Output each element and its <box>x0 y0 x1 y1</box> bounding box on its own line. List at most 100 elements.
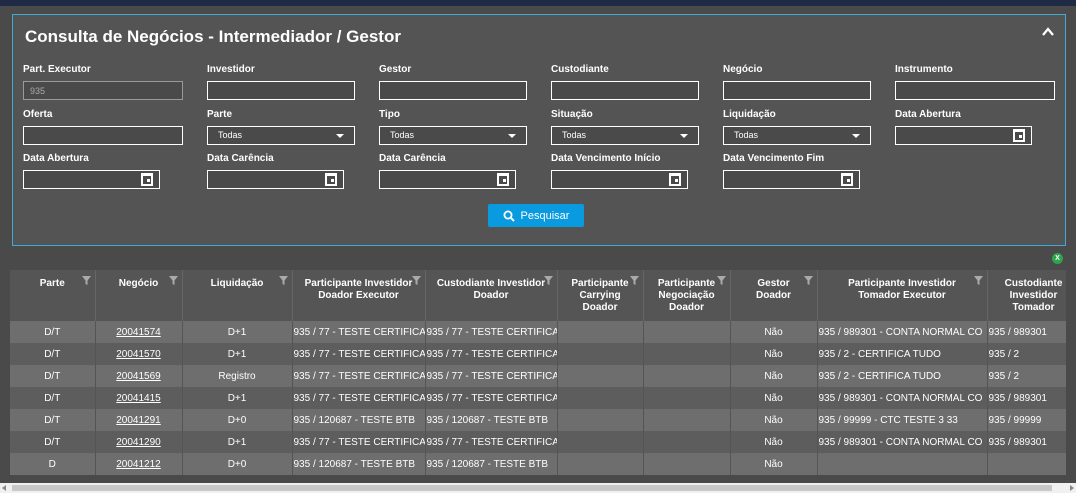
filter-icon[interactable] <box>278 276 288 285</box>
data-abertura-input-1[interactable] <box>895 126 1032 145</box>
column-header[interactable]: Participante Investidor Doador Executor <box>292 270 426 321</box>
calendar-icon[interactable] <box>141 173 153 186</box>
table-cell: D/T <box>10 409 96 431</box>
table-cell: 20041291 <box>95 409 183 431</box>
table-cell: 935 / 77 - TESTE CERTIFICA <box>292 431 426 453</box>
table-cell: 935 / 99999 <box>987 409 1066 431</box>
column-header[interactable]: Gestor Doador <box>730 270 818 321</box>
table-row[interactable]: D/T 20041570 D+1 935 / 77 - TESTE CERTIFICA… <box>10 343 1066 365</box>
filter-icon[interactable] <box>803 276 813 285</box>
negocio-link[interactable]: 20041574 <box>116 327 161 338</box>
column-header[interactable]: Participante Carrying Doador <box>557 270 644 321</box>
liquidacao-select[interactable]: Todas <box>723 126 871 145</box>
table-row[interactable]: D/T 20041574 D+1 935 / 77 - TESTE CERTIFICA… <box>10 321 1066 343</box>
situacao-select[interactable]: Todas <box>551 126 699 145</box>
table-cell: 935 / 120687 - TESTE BTB <box>292 409 426 431</box>
filter-icon[interactable] <box>716 276 726 285</box>
table-cell: 20041212 <box>95 453 183 475</box>
table-cell: 935 / 989301 - CONTA NORMAL CO <box>817 387 988 409</box>
calendar-icon[interactable] <box>497 173 509 186</box>
filter-icon[interactable] <box>168 276 178 285</box>
search-button[interactable]: Pesquisar <box>488 204 584 227</box>
situacao-label: Situação <box>551 109 593 120</box>
data-carencia-field-2: Data Carência <box>379 152 516 189</box>
negocio-input[interactable] <box>723 81 871 100</box>
calendar-icon[interactable] <box>841 173 853 186</box>
instrumento-input[interactable] <box>895 81 1055 100</box>
data-venc-inicio-input[interactable] <box>551 170 688 189</box>
negocio-link[interactable]: 20041212 <box>116 459 161 470</box>
negocio-link[interactable]: 20041569 <box>116 371 161 382</box>
scroll-left-arrow-icon[interactable] <box>2 485 6 491</box>
part-executor-input[interactable] <box>23 81 183 100</box>
custodiante-input[interactable] <box>551 81 699 100</box>
table-cell <box>557 431 644 453</box>
data-abertura-field-1: Data Abertura <box>895 108 1032 145</box>
gestor-input[interactable] <box>379 81 527 100</box>
table-cell <box>643 343 731 365</box>
negocio-field: Negócio <box>723 63 871 100</box>
table-cell: D+0 <box>182 453 293 475</box>
table-cell: 935 / 120687 - TESTE BTB <box>292 453 426 475</box>
search-panel: Consulta de Negócios - Intermediador / G… <box>12 14 1066 246</box>
negocio-link[interactable]: 20041415 <box>116 393 161 404</box>
table-cell <box>643 365 731 387</box>
table-row[interactable]: D/T 20041415 D+1 935 / 77 - TESTE CERTIFICA… <box>10 387 1066 409</box>
calendar-icon[interactable] <box>325 173 337 186</box>
table-cell: D <box>10 453 96 475</box>
search-button-label: Pesquisar <box>520 209 570 222</box>
filter-icon[interactable] <box>973 276 983 285</box>
horizontal-scrollbar[interactable] <box>0 483 1076 493</box>
table-cell: 20041569 <box>95 365 183 387</box>
page-title: Consulta de Negócios - Intermediador / G… <box>25 27 401 46</box>
column-header[interactable]: Participante Negociação Doador <box>643 270 731 321</box>
column-header[interactable]: Custodiante Investidor Doador <box>425 270 558 321</box>
calendar-icon[interactable] <box>1013 129 1025 142</box>
table-cell: Registro <box>182 365 293 387</box>
column-header[interactable]: Negócio <box>95 270 183 321</box>
data-abertura-label-1: Data Abertura <box>895 109 961 120</box>
table-row[interactable]: D/T 20041569 Registro 935 / 77 - TESTE CERT… <box>10 365 1066 387</box>
negocio-link[interactable]: 20041570 <box>116 349 161 360</box>
column-header[interactable]: Liquidação <box>182 270 293 321</box>
filter-icon[interactable] <box>629 276 639 285</box>
excel-export-icon[interactable]: X <box>1052 253 1063 264</box>
scroll-right-arrow-icon[interactable] <box>1070 485 1074 491</box>
parte-select[interactable]: Todas <box>207 126 355 145</box>
table-row[interactable]: D/T 20041291 D+0 935 / 120687 - TESTE BTB 93… <box>10 409 1066 431</box>
table-row[interactable]: D 20041212 D+0 935 / 120687 - TESTE BTB 935 … <box>10 453 1066 475</box>
investidor-label: Investidor <box>207 64 255 75</box>
investidor-input[interactable] <box>207 81 355 100</box>
negocio-link[interactable]: 20041290 <box>116 437 161 448</box>
data-venc-fim-label: Data Vencimento Fim <box>723 153 825 164</box>
table-cell: D/T <box>10 321 96 343</box>
table-cell: 935 / 120687 - TESTE BTB <box>425 409 558 431</box>
liquidacao-label: Liquidação <box>723 109 776 120</box>
filter-icon[interactable] <box>543 276 553 285</box>
column-header[interactable]: Parte <box>10 270 96 321</box>
oferta-input[interactable] <box>23 126 183 145</box>
data-carencia-input-1[interactable] <box>207 170 344 189</box>
table-cell <box>643 387 731 409</box>
filter-icon[interactable] <box>81 276 91 285</box>
table-cell: Não <box>730 431 818 453</box>
negocio-link[interactable]: 20041291 <box>116 415 161 426</box>
table-cell: 935 / 2 - CERTIFICA TUDO <box>817 365 988 387</box>
table-cell: 935 / 77 - TESTE CERTIFICA <box>425 387 558 409</box>
data-venc-fim-input[interactable] <box>723 170 860 189</box>
column-header[interactable]: Custodiante Investidor Tomador <box>987 270 1066 321</box>
column-header[interactable]: Participante Investidor Tomador Executor <box>817 270 988 321</box>
column-header-label: Participante Investidor Tomador Executor <box>848 278 956 301</box>
chevron-up-icon[interactable] <box>1041 25 1055 39</box>
table-cell <box>557 321 644 343</box>
scrollbar-thumb[interactable] <box>12 485 1052 491</box>
data-abertura-input-2[interactable] <box>23 170 160 189</box>
table-row[interactable]: D/T 20041290 D+1 935 / 77 - TESTE CERTIFICA… <box>10 431 1066 453</box>
data-carencia-input-2[interactable] <box>379 170 516 189</box>
calendar-icon[interactable] <box>669 173 681 186</box>
table-cell: 935 / 120687 - TESTE BTB <box>425 453 558 475</box>
filter-icon[interactable] <box>411 276 421 285</box>
tipo-select[interactable]: Todas <box>379 126 527 145</box>
table-cell: D+1 <box>182 321 293 343</box>
table-cell: D+1 <box>182 431 293 453</box>
